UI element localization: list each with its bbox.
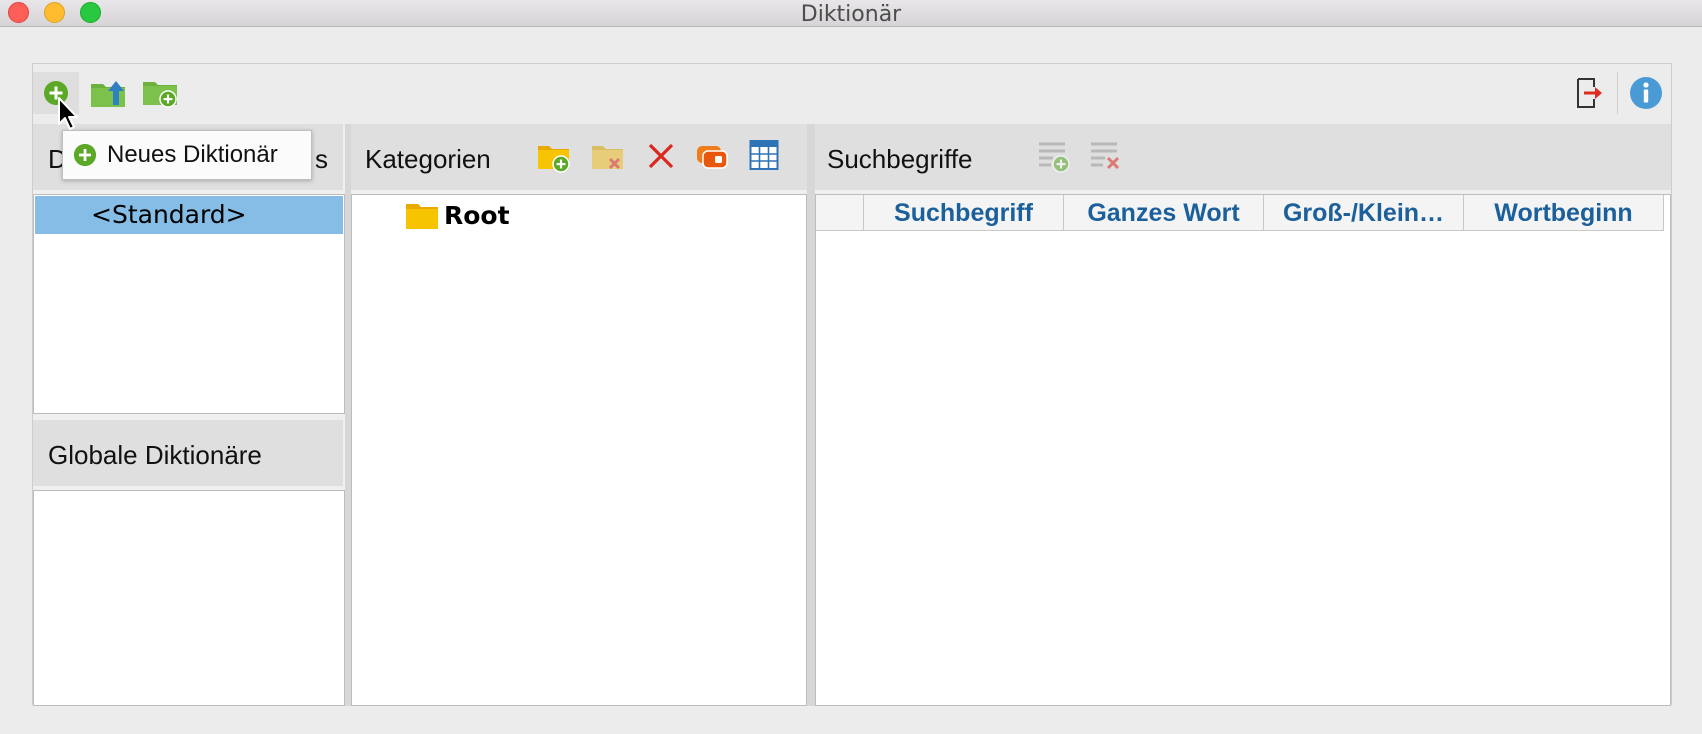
- global-dictionaries-list[interactable]: [33, 490, 345, 706]
- title-bar: Diktionär: [0, 0, 1702, 27]
- remove-category-button[interactable]: [591, 140, 625, 179]
- table-icon: [749, 140, 779, 170]
- table-view-button[interactable]: [749, 139, 779, 176]
- delete-x-icon: [648, 143, 674, 169]
- categories-tree[interactable]: Root: [351, 194, 807, 706]
- add-category-button[interactable]: [537, 140, 571, 179]
- exit-icon: [1577, 78, 1602, 108]
- toolbar: [33, 64, 1671, 124]
- global-dictionaries-label: Globale Diktionäre: [48, 440, 262, 470]
- info-button[interactable]: [1623, 72, 1669, 114]
- tooltip-new-dictionary: Neues Diktionär: [62, 130, 312, 180]
- window-title: Diktionär: [800, 2, 902, 27]
- plus-circle-icon: [73, 143, 97, 167]
- info-icon: [1630, 77, 1662, 109]
- folder-icon: [406, 203, 438, 229]
- exit-button[interactable]: [1567, 72, 1613, 114]
- delete-button[interactable]: [645, 140, 677, 177]
- column-header-wortbeginn[interactable]: Wortbeginn: [1464, 195, 1664, 231]
- folder-add-icon: [538, 146, 570, 173]
- column-header-gross-klein[interactable]: Groß-/Klein…: [1264, 195, 1464, 231]
- dictionaries-list[interactable]: <Standard>: [33, 194, 345, 414]
- folder-remove-icon: [592, 146, 623, 170]
- global-dictionaries-header: Globale Diktionäre: [33, 420, 343, 486]
- import-dictionary-button[interactable]: [85, 72, 131, 114]
- toolbar-separator: [1617, 72, 1618, 114]
- tree-item-root[interactable]: Root: [406, 201, 510, 230]
- search-terms-header-label: Suchbegriffe: [827, 144, 973, 174]
- add-dictionary-folder-button[interactable]: [137, 72, 183, 114]
- add-term-icon: [1039, 142, 1070, 173]
- table-header-rowmarker: [816, 195, 864, 231]
- tree-item-label: Root: [444, 201, 510, 230]
- search-terms-table[interactable]: Suchbegriff Ganzes Wort Groß-/Klein… Wor…: [815, 194, 1671, 706]
- mouse-cursor-icon: [58, 97, 78, 130]
- tag-icon: [697, 146, 728, 169]
- color-tag-button[interactable]: [695, 140, 729, 179]
- column-header-suchbegriff[interactable]: Suchbegriff: [864, 195, 1064, 231]
- folder-add-icon: [143, 82, 177, 108]
- list-item-standard[interactable]: <Standard>: [35, 196, 343, 234]
- categories-header-label: Kategorien: [365, 144, 491, 174]
- search-terms-header: Suchbegriffe: [815, 124, 1671, 190]
- remove-term-button[interactable]: [1089, 139, 1123, 178]
- column-header-ganzes-wort[interactable]: Ganzes Wort: [1064, 195, 1264, 231]
- add-term-button[interactable]: [1037, 139, 1071, 178]
- categories-header: Kategorien: [351, 124, 807, 190]
- remove-term-icon: [1091, 142, 1120, 170]
- folder-upload-icon: [91, 81, 125, 107]
- middle-splitter[interactable]: [807, 124, 815, 706]
- dictionaries-header-label-end: s: [315, 144, 328, 174]
- tooltip-text: Neues Diktionär: [107, 141, 278, 168]
